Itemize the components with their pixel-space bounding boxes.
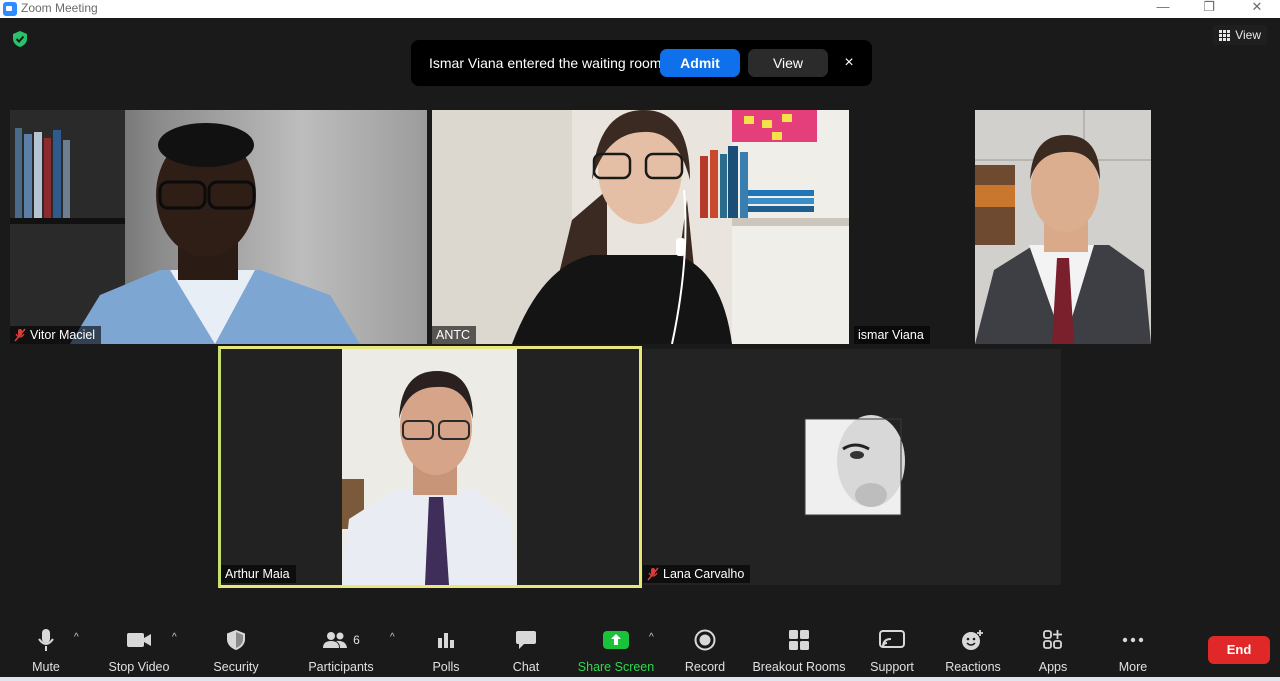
restore-button[interactable]: ❐ [1186, 0, 1232, 18]
admit-button[interactable]: Admit [660, 49, 740, 77]
breakout-rooms-label: Breakout Rooms [752, 660, 846, 674]
participant-name: Vitor Maciel [30, 328, 96, 342]
stop-video-button[interactable]: Stop Video [104, 618, 174, 681]
apps-icon [1043, 630, 1062, 649]
participant-name-tag: ANTC [432, 326, 477, 344]
participant-name-tag: ismar Viana [854, 326, 930, 344]
breakout-rooms-button[interactable]: Breakout Rooms [752, 618, 846, 681]
support-icon [879, 630, 905, 648]
breakout-rooms-icon [789, 630, 809, 650]
chat-bubble-icon [516, 631, 536, 649]
more-button[interactable]: More [1113, 618, 1153, 681]
apps-label: Apps [1038, 660, 1068, 674]
participants-count: 6 [353, 633, 360, 647]
participant-video [975, 110, 1151, 344]
share-screen-button[interactable]: Share Screen [576, 618, 656, 681]
reactions-emoji-icon [962, 630, 983, 650]
waiting-room-notification: Ismar Viana entered the waiting room Adm… [411, 40, 872, 86]
chat-label: Chat [512, 660, 540, 674]
participant-name-tag: Lana Carvalho [643, 565, 751, 583]
active-speaker-border [218, 346, 642, 588]
mute-button[interactable]: Mute [26, 618, 66, 681]
apps-button[interactable]: Apps [1033, 618, 1073, 681]
zoom-app-icon [3, 2, 17, 16]
end-meeting-button[interactable]: End [1208, 636, 1270, 664]
participant-name: Lana Carvalho [663, 567, 745, 581]
mic-muted-icon [14, 328, 26, 342]
participant-video [432, 110, 849, 344]
participants-options-caret[interactable]: ^ [390, 632, 395, 643]
participants-icon [323, 632, 348, 648]
window-title-bar: Zoom Meeting — ❐ ✕ [0, 0, 1280, 18]
polls-button[interactable]: Polls [426, 618, 466, 681]
support-button[interactable]: Support [866, 618, 918, 681]
polls-label: Polls [432, 660, 460, 674]
window-title: Zoom Meeting [21, 1, 98, 15]
taskbar-edge [0, 677, 1280, 681]
view-layout-button[interactable]: View [1213, 25, 1267, 45]
audio-options-caret[interactable]: ^ [74, 632, 79, 643]
security-shield-icon [227, 630, 245, 650]
video-tile-ismar-viana[interactable]: ismar Viana [854, 110, 1271, 344]
microphone-icon [38, 629, 54, 651]
share-screen-icon [603, 631, 629, 649]
reactions-label: Reactions [945, 660, 1001, 674]
share-options-caret[interactable]: ^ [649, 632, 654, 643]
video-tile-lana-carvalho[interactable]: Lana Carvalho [643, 349, 1061, 585]
participant-name-tag: Vitor Maciel [10, 326, 102, 344]
record-label: Record [684, 660, 726, 674]
security-label: Security [213, 660, 259, 674]
polls-icon [438, 633, 454, 648]
participants-label: Participants [308, 660, 374, 674]
close-window-button[interactable]: ✕ [1234, 0, 1280, 18]
security-button[interactable]: Security [211, 618, 261, 681]
view-layout-label: View [1235, 28, 1261, 42]
close-notification-button[interactable]: × [839, 49, 859, 77]
participants-button[interactable]: 6 Participants [305, 618, 377, 681]
grid-icon [1219, 29, 1231, 41]
meeting-toolbar: Mute ^ Stop Video ^ Security 6 Participa… [0, 618, 1280, 681]
participant-avatar [804, 415, 905, 516]
participant-video [10, 110, 427, 344]
record-button[interactable]: Record [683, 618, 727, 681]
video-options-caret[interactable]: ^ [172, 632, 177, 643]
encryption-shield-icon[interactable] [12, 30, 28, 48]
video-tile-antc[interactable]: ANTC [432, 110, 849, 344]
share-screen-label: Share Screen [577, 660, 655, 674]
more-dots-icon [1122, 637, 1144, 643]
participant-name: ismar Viana [858, 328, 924, 342]
mute-label: Mute [32, 660, 60, 674]
stop-video-label: Stop Video [108, 660, 170, 674]
minimize-button[interactable]: — [1140, 0, 1186, 18]
support-label: Support [870, 660, 914, 674]
notification-message: Ismar Viana entered the waiting room [429, 55, 662, 71]
video-tile-vitor-maciel[interactable]: Vitor Maciel [10, 110, 427, 344]
view-waiting-room-button[interactable]: View [748, 49, 828, 77]
meeting-stage: View Ismar Viana entered the waiting roo… [0, 18, 1280, 618]
record-icon [694, 629, 716, 651]
more-label: More [1118, 660, 1148, 674]
reactions-button[interactable]: Reactions [943, 618, 1003, 681]
participant-name: ANTC [436, 328, 471, 342]
mic-muted-icon [647, 567, 659, 581]
chat-button[interactable]: Chat [506, 618, 546, 681]
video-camera-icon [127, 633, 151, 647]
